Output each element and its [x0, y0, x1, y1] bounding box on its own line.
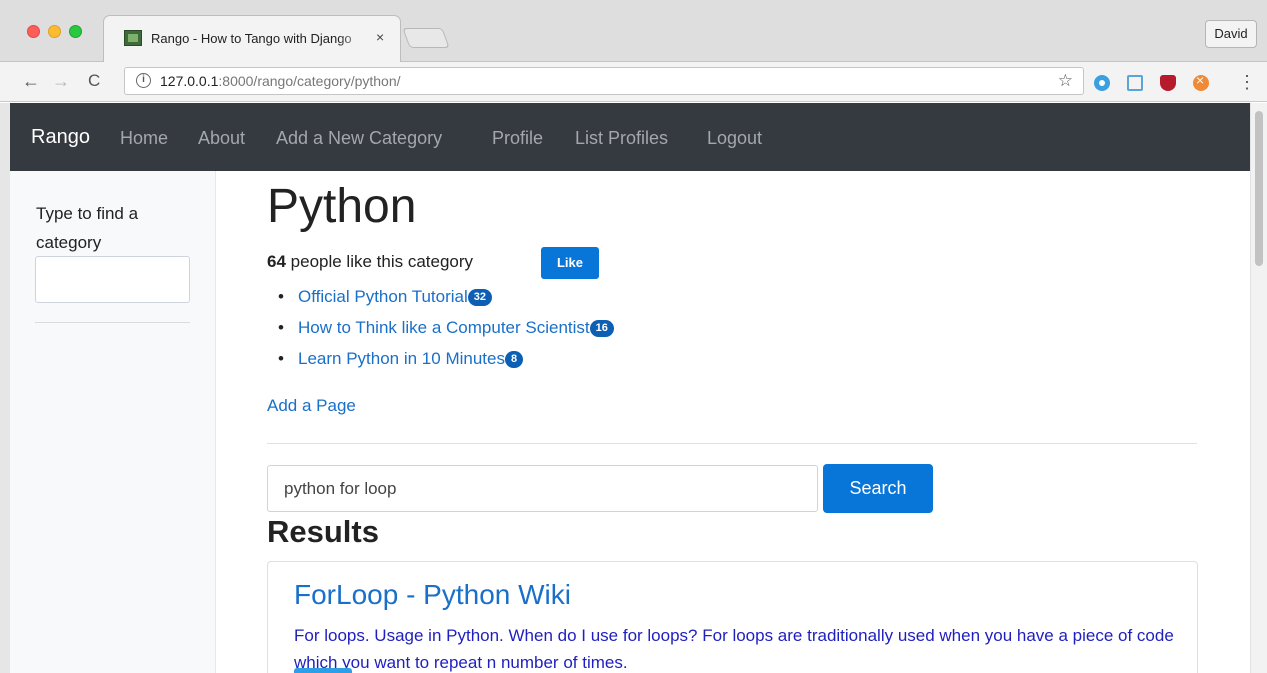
nav-link-about[interactable]: About	[198, 128, 245, 149]
page-viewport: Rango Home About Add a New Category Prof…	[10, 103, 1250, 673]
views-badge: 16	[589, 320, 614, 338]
bookmark-star-icon[interactable]: ☆	[1058, 71, 1073, 91]
category-search-input[interactable]	[35, 256, 190, 303]
list-item: How to Think like a Computer Scientist16	[278, 312, 614, 343]
window-close-button[interactable]	[27, 25, 40, 38]
like-count-text: 64 people like this category	[267, 252, 473, 272]
browser-menu-icon[interactable]: ⋮	[1238, 72, 1256, 93]
info-icon[interactable]: i	[136, 73, 151, 88]
list-item: Official Python Tutorial32	[278, 281, 614, 312]
tab-close-icon[interactable]: ×	[376, 29, 384, 45]
reload-icon[interactable]: C	[88, 71, 100, 91]
page-list: Official Python Tutorial32 How to Think …	[278, 281, 614, 374]
like-count-label: people like this category	[290, 252, 474, 271]
nav-link-add-category[interactable]: Add a New Category	[276, 128, 442, 149]
forward-arrow-icon[interactable]: →	[52, 71, 70, 92]
back-arrow-icon[interactable]: ←	[22, 71, 40, 92]
url-text: 127.0.0.1:8000/rango/category/python/	[160, 73, 401, 89]
category-search-label: Type to find a category	[36, 204, 139, 252]
search-result-title[interactable]: ForLoop - Python Wiki	[294, 579, 571, 611]
new-tab-button[interactable]	[402, 28, 450, 48]
nav-link-list-profiles[interactable]: List Profiles	[575, 128, 668, 149]
tab-title: Rango - How to Tango with Django	[151, 31, 352, 46]
sidebar: Type to find a category	[10, 171, 216, 673]
extension-globe-icon[interactable]	[1094, 75, 1110, 91]
window-minimize-button[interactable]	[48, 25, 61, 38]
views-badge: 8	[504, 351, 524, 369]
rango-favicon-icon	[124, 30, 142, 46]
navbar-brand[interactable]: Rango	[31, 126, 90, 149]
page-scrollbar[interactable]	[1250, 103, 1267, 673]
search-button[interactable]: Search	[823, 464, 933, 513]
browser-toolbar: ← → C i 127.0.0.1:8000/rango/category/py…	[0, 62, 1267, 102]
window-zoom-button[interactable]	[69, 25, 82, 38]
site-navbar: Rango Home About Add a New Category Prof…	[10, 103, 1250, 171]
page-link[interactable]: Official Python Tutorial	[298, 287, 468, 306]
nav-link-logout[interactable]: Logout	[707, 128, 762, 149]
like-button[interactable]: Like	[541, 247, 599, 279]
page-link[interactable]: Learn Python in 10 Minutes	[298, 349, 505, 368]
search-input[interactable]	[267, 465, 818, 512]
url-path: :8000/rango/category/python/	[218, 73, 401, 89]
sidebar-divider	[35, 322, 190, 323]
results-heading: Results	[267, 514, 379, 549]
content-divider	[267, 443, 1197, 444]
page-link[interactable]: How to Think like a Computer Scientist	[298, 318, 590, 337]
extension-block-icon[interactable]	[1193, 72, 1209, 91]
list-item: Learn Python in 10 Minutes8	[278, 343, 614, 374]
nav-link-home[interactable]: Home	[120, 128, 168, 149]
extension-shield-icon[interactable]	[1160, 75, 1176, 91]
add-page-link[interactable]: Add a Page	[267, 396, 356, 416]
extension-screenshot-icon[interactable]	[1127, 75, 1143, 91]
search-result-card: ForLoop - Python Wiki For loops. Usage i…	[267, 561, 1198, 673]
scrollbar-thumb[interactable]	[1255, 111, 1263, 266]
nav-link-profile[interactable]: Profile	[492, 128, 543, 149]
browser-tab-bar: Rango - How to Tango with Django × David	[0, 0, 1267, 62]
window-edge	[0, 103, 10, 673]
add-result-button[interactable]	[294, 668, 352, 673]
views-badge: 32	[467, 289, 493, 307]
page-title: Python	[267, 180, 417, 233]
search-result-summary: For loops. Usage in Python. When do I us…	[294, 626, 1174, 672]
url-host: 127.0.0.1	[160, 73, 219, 89]
address-bar[interactable]: i 127.0.0.1:8000/rango/category/python/ …	[124, 67, 1084, 95]
like-count: 64	[267, 252, 286, 271]
browser-tab-active[interactable]: Rango - How to Tango with Django ×	[103, 15, 401, 62]
profile-button[interactable]: David	[1205, 20, 1257, 48]
